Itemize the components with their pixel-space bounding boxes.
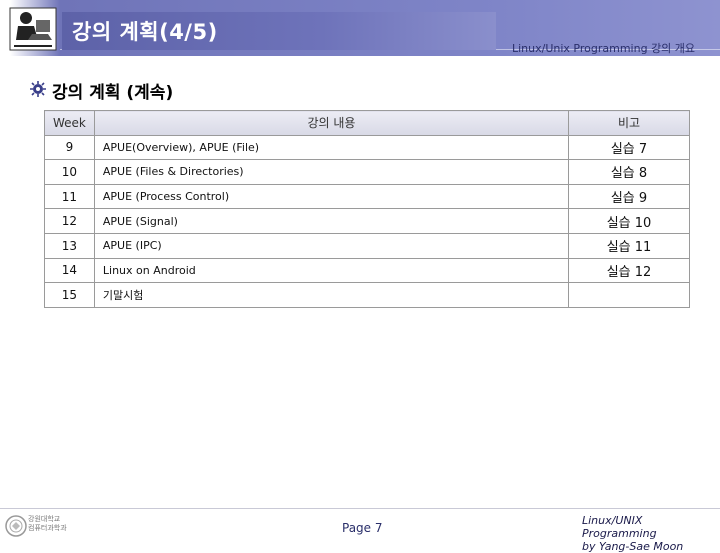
footer-logo-line1: 강원대학교 — [28, 515, 61, 523]
table-row: 9 APUE(Overview), APUE (File) 실습 7 — [44, 134, 690, 161]
page-title: 강의 계획(4/5) — [72, 20, 218, 44]
note-cell: 실습 9 — [568, 183, 690, 210]
table-row: 13 APUE (IPC) 실습 11 — [44, 232, 690, 259]
table-row: 14 Linux on Android 실습 12 — [44, 257, 690, 284]
content-cell: Linux on Android — [93, 257, 570, 284]
note-cell: 실습 12 — [568, 257, 690, 284]
note-cell: 실습 8 — [568, 159, 690, 185]
note-cell: 실습 7 — [568, 134, 690, 161]
content-cell: APUE(Overview), APUE (File) — [93, 134, 570, 161]
content-cell: APUE (IPC) — [93, 232, 570, 259]
footer-logo-line2: 컴퓨터과학과 — [28, 524, 67, 532]
footer-credit: Linux/UNIX Programming by Yang-Sae Moon — [582, 514, 720, 553]
week-cell: 10 — [44, 159, 95, 185]
person-at-computer-icon — [9, 7, 57, 51]
week-cell: 14 — [44, 257, 95, 284]
content-cell: 기말시험 — [93, 282, 570, 308]
university-seal-icon — [5, 515, 27, 537]
column-header-note: 비고 — [568, 110, 690, 136]
schedule-table: Week 강의 내용 비고 9 APUE(Overview), APUE (Fi… — [44, 110, 690, 308]
note-cell — [568, 282, 690, 308]
page-number: Page 7 — [342, 521, 383, 535]
note-cell: 실습 10 — [568, 208, 690, 234]
week-cell: 12 — [44, 208, 95, 234]
week-cell: 11 — [44, 183, 95, 210]
table-row: 12 APUE (Signal) 실습 10 — [44, 208, 690, 234]
footer-credit-line1: Linux/UNIX Programming — [582, 514, 657, 540]
footer-credit-line2: by Yang-Sae Moon — [582, 540, 684, 553]
content-cell: APUE (Files & Directories) — [93, 159, 570, 185]
column-header-week: Week — [44, 110, 95, 136]
week-cell: 15 — [44, 282, 95, 308]
table-row: 15 기말시험 — [44, 282, 690, 308]
gear-bullet-icon — [30, 81, 46, 97]
header-subtitle: Linux/Unix Programming 강의 개요 — [512, 42, 696, 55]
table-header-row: Week 강의 내용 비고 — [44, 110, 690, 136]
table-row: 11 APUE (Process Control) 실습 9 — [44, 183, 690, 210]
section-title: 강의 계획 (계속) — [52, 83, 174, 103]
week-cell: 13 — [44, 232, 95, 259]
table-row: 10 APUE (Files & Directories) 실습 8 — [44, 159, 690, 185]
week-cell: 9 — [44, 134, 95, 161]
footer-divider — [0, 508, 720, 509]
column-header-content: 강의 내용 — [93, 110, 570, 136]
note-cell: 실습 11 — [568, 232, 690, 259]
content-cell: APUE (Process Control) — [93, 183, 570, 210]
content-cell: APUE (Signal) — [93, 208, 570, 234]
footer-logo-text: 강원대학교 컴퓨터과학과 — [28, 515, 67, 533]
